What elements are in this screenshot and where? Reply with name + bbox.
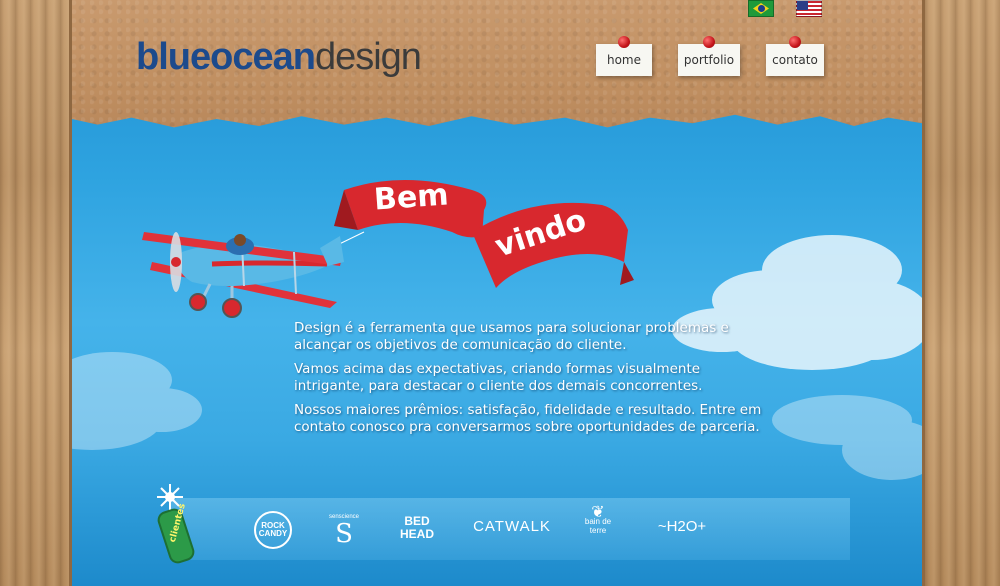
banner-text-bem: Bem xyxy=(372,177,450,218)
logo-text-design: design xyxy=(314,36,422,78)
language-switcher xyxy=(748,0,822,17)
client-logo-rock-candy[interactable]: ROCK CANDY xyxy=(254,511,292,549)
nav-portfolio[interactable]: portfolio xyxy=(678,36,740,76)
bain-de-terre-name: bain de terre xyxy=(584,517,612,535)
client-logo-h2o[interactable]: ~H2O+ xyxy=(652,518,712,535)
senscience-mark: S xyxy=(335,519,353,549)
us-flag-icon[interactable] xyxy=(796,0,822,17)
wood-panel-left xyxy=(0,0,72,586)
pushpin-icon xyxy=(789,36,801,48)
intro-paragraph-1: Design é a ferramenta que usamos para so… xyxy=(294,320,729,353)
site-logo[interactable]: blueoceandesign xyxy=(136,36,422,79)
page-container: Bem vindo blueoceandesign home portfolio… xyxy=(72,0,922,586)
cloud-left xyxy=(72,352,202,450)
nav-portfolio-label: portfolio xyxy=(683,53,735,67)
nav-home-label: home xyxy=(606,53,642,67)
client-logo-catwalk[interactable]: CATWALK xyxy=(472,518,552,535)
nav-contato[interactable]: contato xyxy=(766,36,824,76)
wood-panel-right xyxy=(922,0,1000,586)
client-logo-bed-head[interactable]: BED HEAD xyxy=(392,515,442,541)
intro-paragraph-2: Vamos acima das expectativas, criando fo… xyxy=(294,361,703,394)
intro-paragraph-3: Nossos maiores prêmios: satisfação, fide… xyxy=(294,402,762,435)
pushpin-icon xyxy=(618,36,630,48)
client-logo-bain-de-terre[interactable]: ❦ bain de terre xyxy=(578,504,618,536)
intro-text: Design é a ferramenta que usamos para so… xyxy=(294,320,764,443)
pushpin-icon xyxy=(703,36,715,48)
main-nav: home portfolio contato xyxy=(596,36,824,76)
clients-badge xyxy=(157,484,195,564)
cloud-lower-right xyxy=(772,395,922,480)
logo-text-blueocean: blueocean xyxy=(136,36,316,78)
client-logo-senscience[interactable]: senscience S xyxy=(324,506,364,556)
leaf-icon: ❦ xyxy=(591,504,605,521)
nav-contato-label: contato xyxy=(772,53,818,67)
biplane-illustration xyxy=(142,232,344,318)
nav-home[interactable]: home xyxy=(596,36,652,76)
brazil-flag-icon[interactable] xyxy=(748,0,774,17)
